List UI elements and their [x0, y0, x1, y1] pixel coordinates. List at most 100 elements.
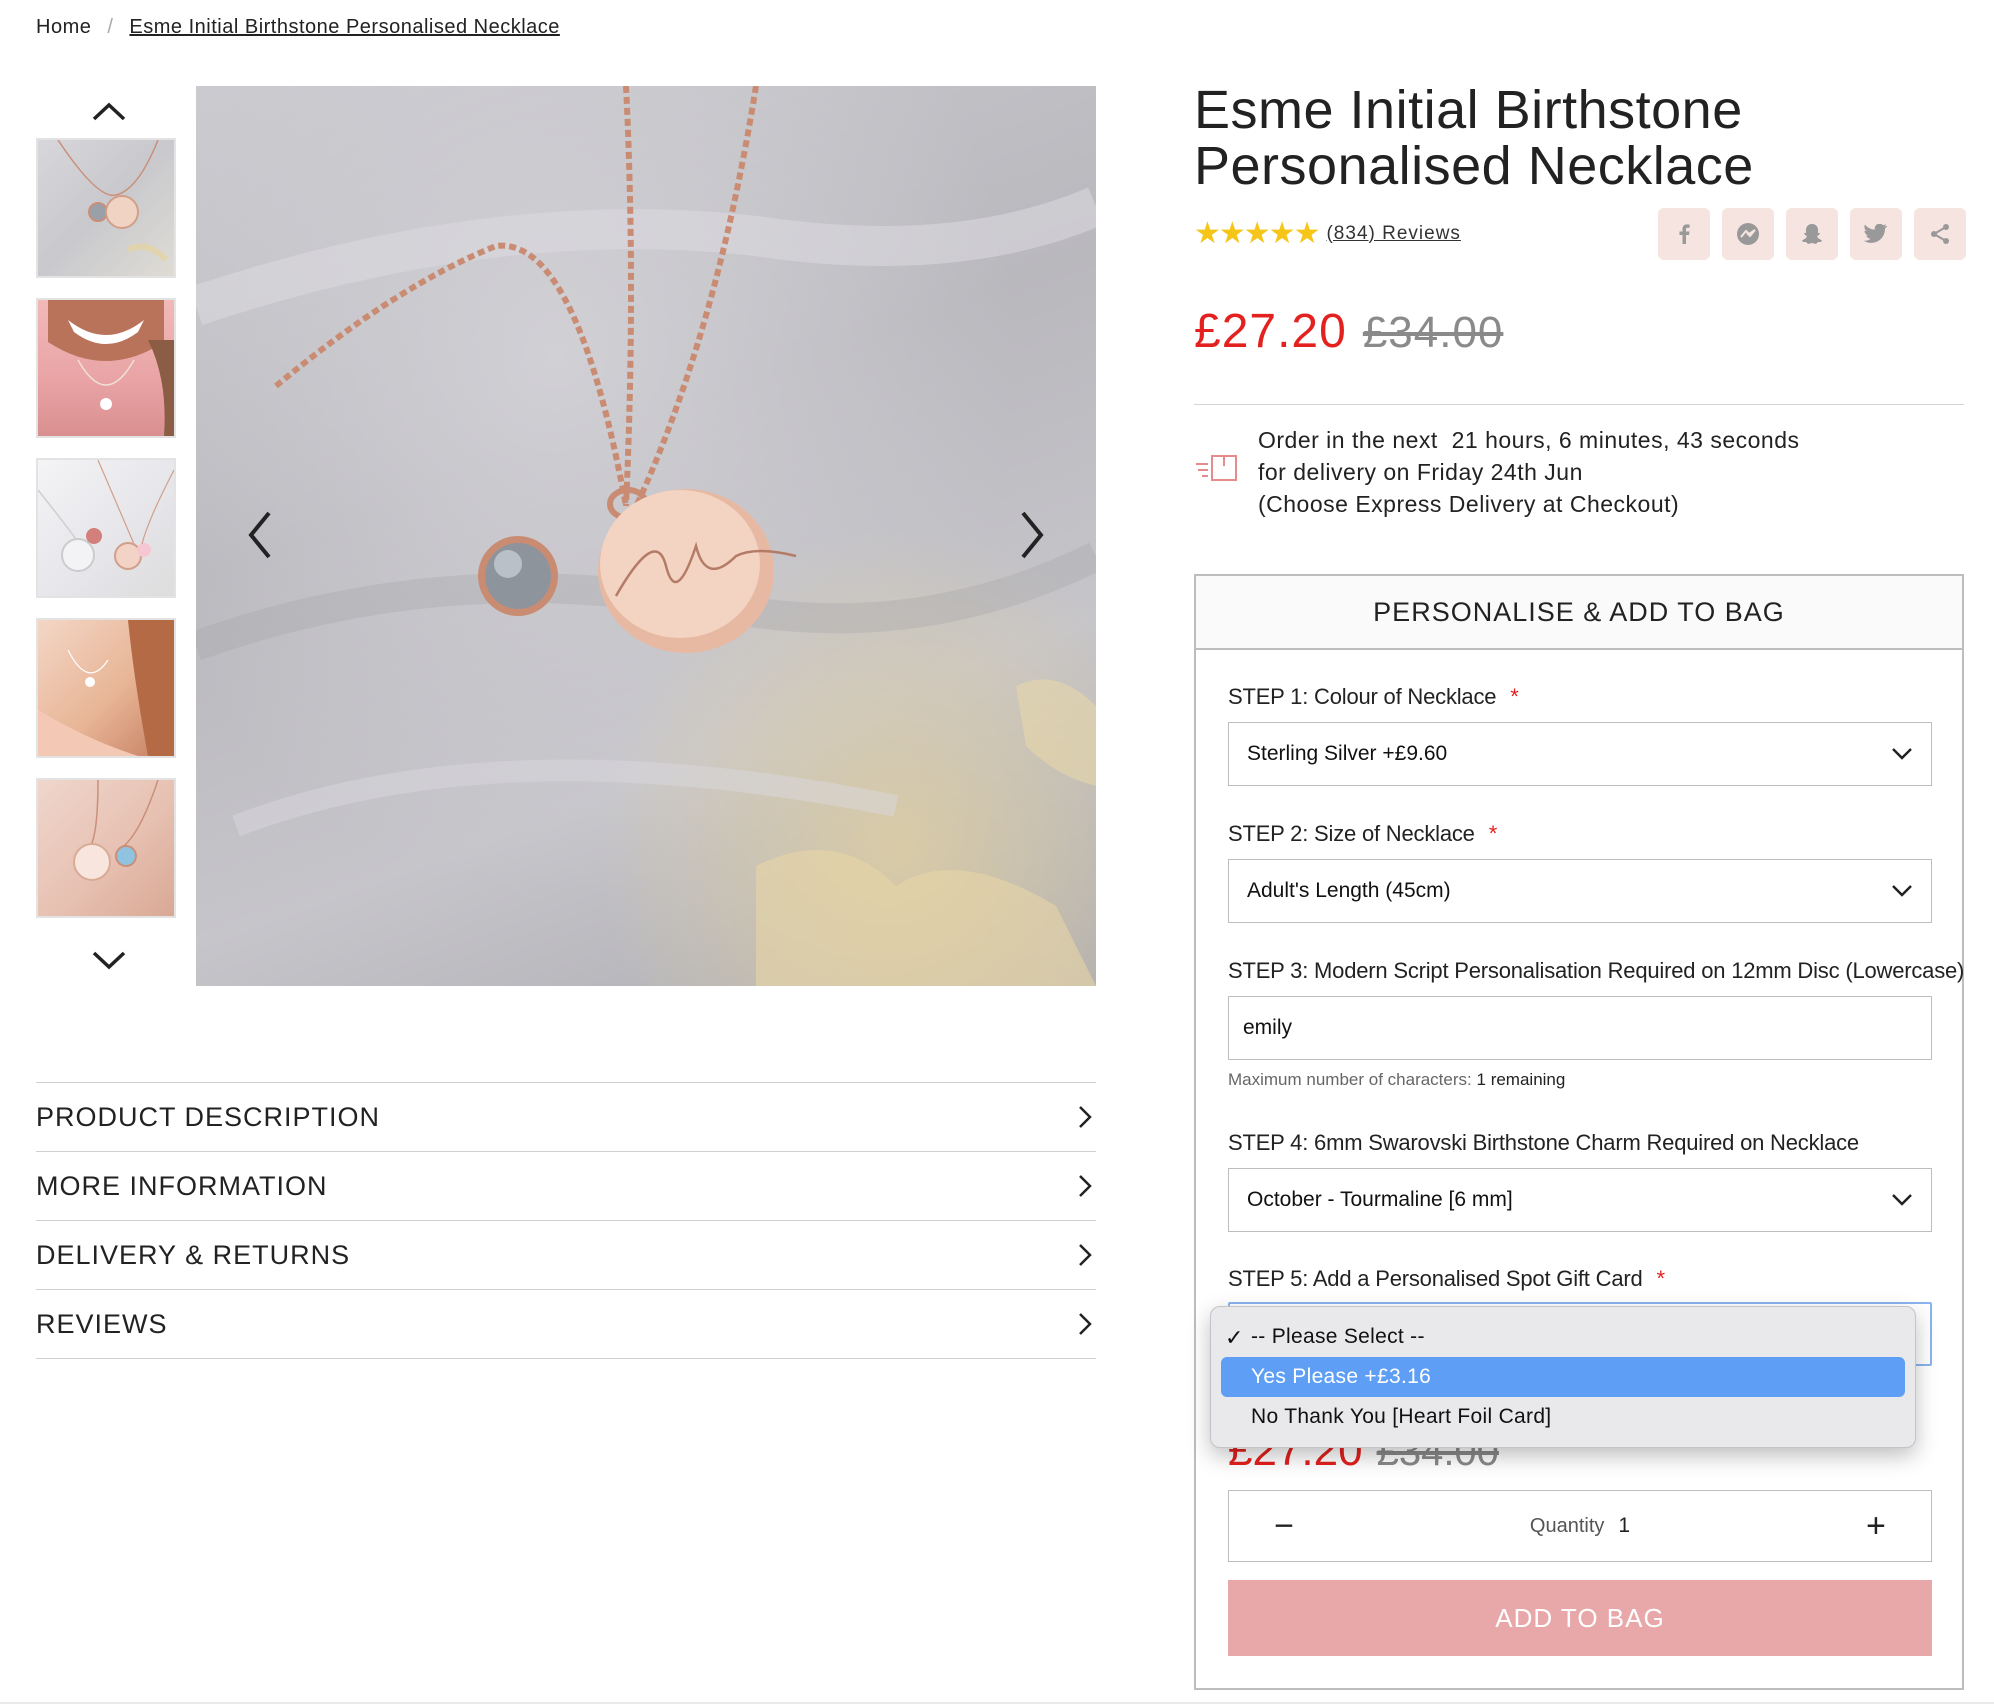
- step-4-selected-value: October - Tourmaline [6 mm]: [1247, 1188, 1513, 1211]
- chevron-down-icon: [1892, 748, 1912, 760]
- necklace-thumbnail-image: [57, 140, 169, 263]
- accordion-more-information[interactable]: MORE INFORMATION: [36, 1152, 1096, 1221]
- product-rating: ★★★★★ (834) Reviews: [1194, 216, 1461, 251]
- accordion-label: PRODUCT DESCRIPTION: [36, 1101, 381, 1132]
- required-marker: *: [1510, 684, 1519, 709]
- delivery-line-2: for delivery on Friday 24th Jun: [1258, 459, 1583, 485]
- step-4-label: STEP 4: 6mm Swarovski Birthstone Charm R…: [1228, 1130, 1859, 1155]
- step-3-personalisation-input[interactable]: [1228, 996, 1932, 1060]
- chevron-right-icon: [1079, 1175, 1092, 1197]
- character-limit-suffix: remaining: [1490, 1070, 1566, 1089]
- breadcrumb-current-link[interactable]: Esme Initial Birthstone Personalised Nec…: [129, 16, 559, 39]
- dropdown-option-yes-please[interactable]: Yes Please +£3.16: [1221, 1357, 1905, 1397]
- snapchat-icon: [1802, 224, 1822, 244]
- product-title: Esme Initial Birthstone Personalised Nec…: [1194, 82, 1934, 194]
- product-price: £27.20 £34.00: [1194, 304, 1503, 359]
- quantity-decrease-button[interactable]: −: [1269, 1507, 1299, 1546]
- messenger-icon: [1737, 223, 1759, 245]
- reviews-link[interactable]: (834) Reviews: [1326, 223, 1460, 245]
- delivery-truck-icon: [1194, 452, 1244, 491]
- share-generic-button[interactable]: [1914, 208, 1966, 260]
- breadcrumb-home-link[interactable]: Home: [36, 16, 91, 39]
- share-facebook-button[interactable]: [1658, 208, 1710, 260]
- character-limit-hint: Maximum number of characters: 1 remainin…: [1228, 1070, 1565, 1090]
- thumbnails-down-button[interactable]: [88, 946, 130, 976]
- model-smiling-thumbnail-image: [48, 300, 174, 436]
- share-icon: [1931, 224, 1949, 244]
- thumbnail-3[interactable]: [36, 458, 176, 598]
- sale-price: £27.20: [1194, 305, 1347, 358]
- star-rating-icon: ★★★★★: [1194, 217, 1320, 250]
- dropdown-option-no-thank-you[interactable]: No Thank You [Heart Foil Card]: [1221, 1397, 1905, 1437]
- dropdown-option-please-select[interactable]: ✓ -- Please Select --: [1221, 1317, 1905, 1357]
- step-1-selected-value: Sterling Silver +£9.60: [1247, 742, 1448, 765]
- breadcrumb-separator: /: [107, 16, 114, 38]
- chevron-down-icon: [1892, 1194, 1912, 1206]
- accordion-label: DELIVERY & RETURNS: [36, 1239, 351, 1270]
- thumbnail-2[interactable]: [36, 298, 176, 438]
- share-messenger-button[interactable]: [1722, 208, 1774, 260]
- chevron-up-icon: [92, 102, 126, 121]
- step-3-label: STEP 3: Modern Script Personalisation Re…: [1228, 958, 1965, 983]
- checkmark-icon: ✓: [1225, 1325, 1244, 1350]
- chevron-down-icon: [1892, 885, 1912, 897]
- quantity-display: Quantity 1: [1530, 1514, 1630, 1538]
- dropdown-option-label: -- Please Select --: [1251, 1325, 1425, 1348]
- chevron-right-icon: [1079, 1313, 1092, 1335]
- step-1-colour-select[interactable]: Sterling Silver +£9.60: [1228, 722, 1932, 786]
- step-1-label-text: STEP 1: Colour of Necklace: [1228, 684, 1497, 709]
- thumbnail-1[interactable]: [36, 138, 176, 278]
- accordion-label: REVIEWS: [36, 1308, 168, 1339]
- thumbnail-5[interactable]: [36, 778, 176, 918]
- twitter-icon: [1864, 224, 1888, 243]
- character-limit-count: 1: [1476, 1070, 1486, 1089]
- quantity-increase-button[interactable]: +: [1861, 1507, 1891, 1546]
- gallery-previous-button[interactable]: [236, 500, 284, 570]
- necklace-photo: [196, 86, 1096, 986]
- divider: [1194, 404, 1964, 405]
- original-price: £34.00: [1362, 308, 1504, 357]
- chevron-right-icon: [1079, 1244, 1092, 1266]
- step-2-selected-value: Adult's Length (45cm): [1247, 879, 1451, 902]
- chevron-down-icon: [92, 951, 126, 970]
- gallery-next-button[interactable]: [1008, 500, 1056, 570]
- quantity-value[interactable]: 1: [1618, 1514, 1630, 1538]
- chevron-left-icon: [248, 511, 271, 559]
- step-2-label-text: STEP 2: Size of Necklace: [1228, 821, 1475, 846]
- quantity-stepper: − Quantity 1 +: [1228, 1490, 1932, 1562]
- chevron-right-icon: [1079, 1106, 1092, 1128]
- share-twitter-button[interactable]: [1850, 208, 1902, 260]
- thumbnail-list: [36, 138, 180, 938]
- step-2-label: STEP 2: Size of Necklace *: [1228, 821, 1497, 847]
- thumbnails-up-button[interactable]: [88, 96, 130, 126]
- product-info-accordion: PRODUCT DESCRIPTION MORE INFORMATION DEL…: [36, 1082, 1096, 1359]
- dropdown-option-label: No Thank You [Heart Foil Card]: [1251, 1405, 1552, 1428]
- personalise-header: PERSONALISE & ADD TO BAG: [1194, 574, 1964, 650]
- step-5-label: STEP 5: Add a Personalised Spot Gift Car…: [1228, 1266, 1665, 1292]
- required-marker: *: [1488, 821, 1498, 846]
- accordion-label: MORE INFORMATION: [36, 1170, 328, 1201]
- main-product-image: [196, 86, 1096, 986]
- accordion-delivery-returns[interactable]: DELIVERY & RETURNS: [36, 1221, 1096, 1290]
- step-2-size-select[interactable]: Adult's Length (45cm): [1228, 859, 1932, 923]
- breadcrumb: Home / Esme Initial Birthstone Personali…: [36, 16, 560, 39]
- delivery-countdown: Order in the next 21 hours, 6 minutes, 4…: [1258, 424, 1800, 520]
- add-to-bag-button[interactable]: ADD TO BAG: [1228, 1580, 1932, 1656]
- step-4-birthstone-select[interactable]: October - Tourmaline [6 mm]: [1228, 1168, 1932, 1232]
- thumbnail-4[interactable]: [36, 618, 176, 758]
- accordion-product-description[interactable]: PRODUCT DESCRIPTION: [36, 1083, 1096, 1152]
- product-title-line-2: Personalised Necklace: [1194, 136, 1754, 196]
- gift-card-dropdown-menu: ✓ -- Please Select -- Yes Please +£3.16 …: [1210, 1306, 1916, 1448]
- facebook-icon: [1679, 224, 1690, 244]
- accordion-reviews[interactable]: REVIEWS: [36, 1290, 1096, 1359]
- necklace-blue-stone-thumbnail-image: [73, 780, 159, 881]
- two-necklaces-thumbnail-image: [38, 460, 174, 572]
- model-neck-thumbnail-image: [38, 620, 174, 756]
- character-limit-label: Maximum number of characters:: [1228, 1070, 1472, 1089]
- share-snapchat-button[interactable]: [1786, 208, 1838, 260]
- step-5-label-text: STEP 5: Add a Personalised Spot Gift Car…: [1228, 1266, 1643, 1291]
- required-marker: *: [1656, 1266, 1666, 1291]
- product-title-line-1: Esme Initial Birthstone: [1194, 80, 1743, 140]
- step-1-label: STEP 1: Colour of Necklace *: [1228, 684, 1519, 710]
- delivery-line-1: Order in the next 21 hours, 6 minutes, 4…: [1258, 427, 1800, 453]
